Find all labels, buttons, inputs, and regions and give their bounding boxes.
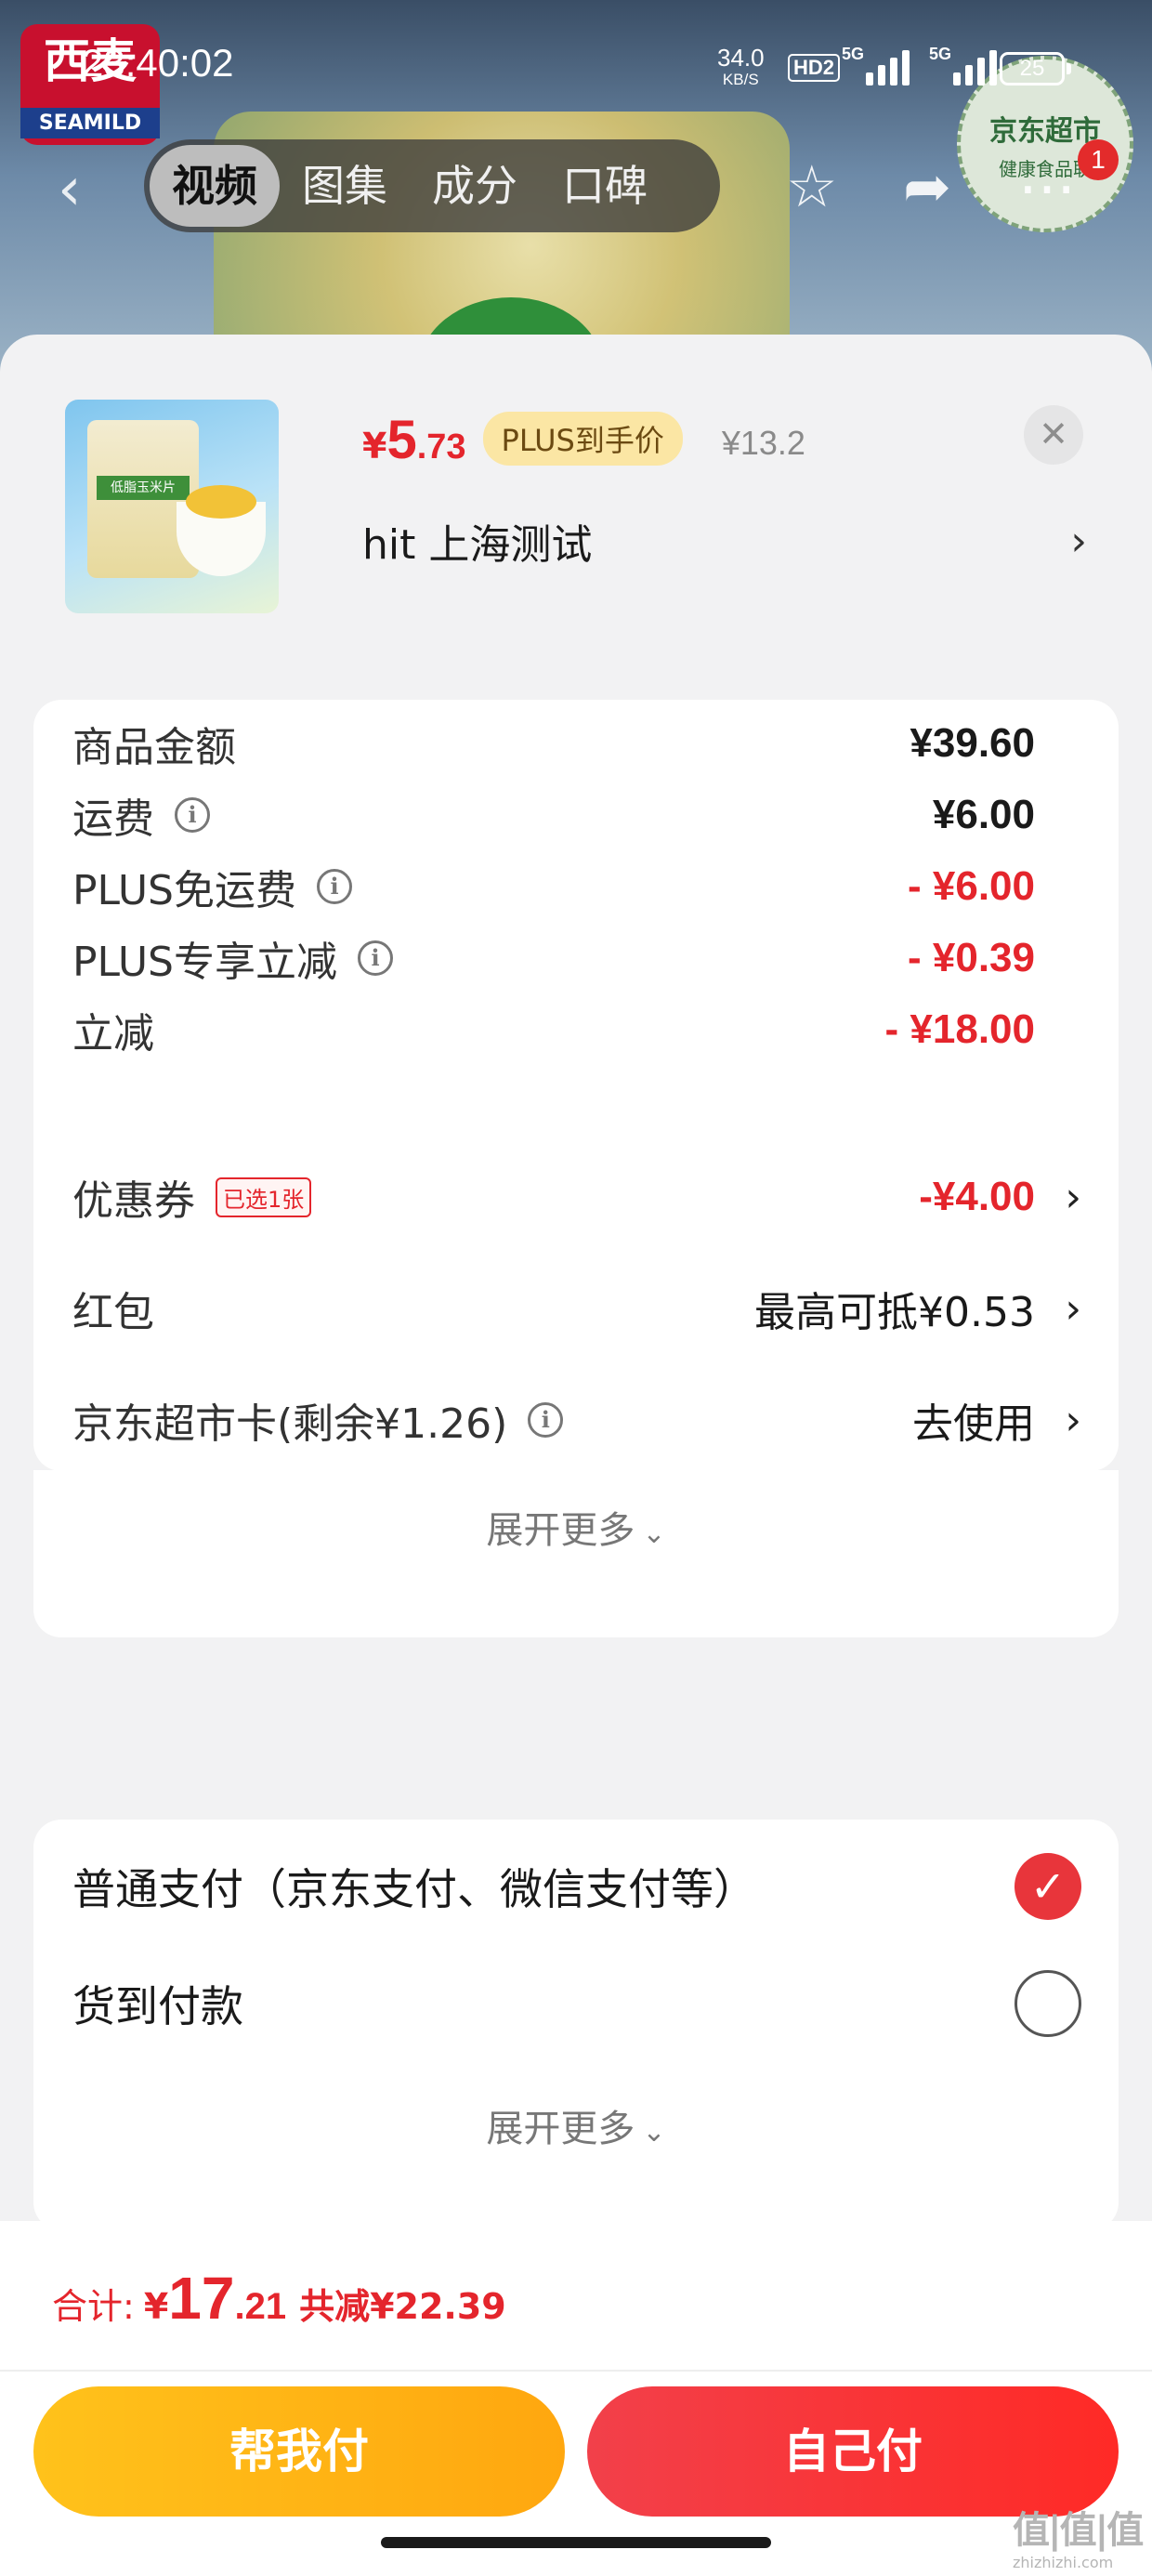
status-time: 23:40:02 [82,41,234,85]
fee-row-supermarket-card[interactable]: 京东超市卡(剩余¥1.26) i 去使用 › [72,1387,1081,1452]
fee-value: 最高可抵¥0.53 [754,1289,1035,1336]
signal-label: 5G [842,45,865,63]
chevron-right-icon: › [1065,1396,1081,1444]
watermark: 值|值|值 zhizhizhi.com [1013,2500,1144,2571]
expand-more-fees[interactable]: 展开更多 ⌄ [33,1500,1119,1554]
coupon-selected-tag: 已选1张 [216,1176,312,1217]
star-icon[interactable]: ☆ [786,152,838,220]
fee-label: 优惠券 [72,1177,195,1225]
payment-option-cod[interactable]: 货到付款 [72,1966,1081,2041]
help-me-pay-button[interactable]: 帮我付 [33,2386,565,2517]
more-icon[interactable]: … [1018,139,1076,207]
total-integer: 17 [168,2265,235,2332]
expand-label: 展开更多 [486,2108,635,2150]
price-integer: 5 [386,410,417,470]
plus-price-tag: PLUS到手价 [482,412,683,466]
price-row: ¥ 5 .73 PLUS到手价 ¥13.2 [362,409,805,474]
payment-option-normal[interactable]: 普通支付（京东支付、微信支付等） ✓ [72,1849,1081,1924]
home-indicator[interactable] [381,2537,771,2548]
radio-checked-icon[interactable]: ✓ [1015,1853,1081,1920]
fee-value: ¥6.00 [932,792,1035,837]
fee-label: 运费 [72,795,154,843]
fee-row-shipping: 运费 i ¥6.00 [72,782,1081,848]
chevron-right-icon: › [1065,1284,1081,1333]
chevron-right-icon: › [1070,517,1087,565]
checkout-footer: 合计: ¥ 17 .21 共减¥22.39 帮我付 自己付 值|值|值 zhiz… [0,2221,1152,2576]
chevron-right-icon: › [1065,1173,1081,1221]
fee-value: -¥4.00 [919,1174,1035,1219]
fee-row-plus-discount: PLUS专享立减 i - ¥0.39 [72,926,1081,991]
watermark-text: 值|值|值 [1013,2509,1144,2552]
payment-option-label: 普通支付（京东支付、微信支付等） [72,1864,756,1914]
close-button[interactable]: ✕ [1024,405,1083,465]
fee-label: 京东超市卡(剩余¥1.26) [72,1400,508,1448]
fee-label: 立减 [72,1010,154,1058]
price-currency: ¥ [362,426,387,467]
product-summary: 低脂玉米片 ¥ 5 .73 PLUS到手价 ¥13.2 ✕ hit 上海测试 › [65,400,1124,623]
fee-expand-area: 展开更多 ⌄ [33,1470,1119,1637]
net-speed-unit: KB/S [722,71,759,88]
close-icon: ✕ [1039,414,1068,454]
info-icon[interactable]: i [528,1402,564,1438]
tab-video[interactable]: 视频 [150,145,280,227]
pay-myself-button[interactable]: 自己付 [587,2386,1119,2517]
fee-label: PLUS免运费 [72,867,296,914]
payment-method-card: 普通支付（京东支付、微信支付等） ✓ 货到付款 展开更多 ⌄ [33,1820,1119,2230]
media-tabs: 视频 图集 成分 口碑 [144,139,720,232]
product-navbar: ‹ 视频 图集 成分 口碑 ☆ ➦ … 1 [0,139,1152,242]
fee-row-subtotal: 商品金额 ¥39.60 [72,711,1081,776]
fee-row-red-packet[interactable]: 红包 最高可抵¥0.53 › [72,1276,1081,1341]
original-price: ¥13.2 [721,424,805,462]
net-speed-value: 34.0 [717,44,765,72]
expand-more-payment[interactable]: 展开更多 ⌄ [33,2098,1119,2152]
fee-value: 去使用 [912,1400,1035,1448]
fee-label: 红包 [72,1289,154,1336]
signal-label-2: 5G [929,45,952,63]
payment-option-label: 货到付款 [72,1981,243,2031]
tab-reviews[interactable]: 口碑 [540,145,670,227]
hd-indicator: HD2 [788,54,841,82]
fee-value: - ¥0.39 [908,935,1035,980]
expand-label: 展开更多 [486,1509,635,1552]
share-icon[interactable]: ➦ [903,152,951,220]
total-summary: 合计: ¥ 17 .21 共减¥22.39 [52,2264,506,2338]
fee-label: 商品金额 [72,724,236,771]
total-saved: 共减¥22.39 [299,2286,506,2327]
tab-gallery[interactable]: 图集 [280,145,410,227]
fee-value: - ¥18.00 [884,1006,1035,1052]
product-thumbnail: 低脂玉米片 [65,400,279,613]
status-bar: 23:40:02 34.0 KB/S HD2 5G 5G 25 [0,0,1152,139]
signal-icon: 5G [842,45,910,85]
address-selector[interactable]: hit 上海测试 › [362,513,1087,570]
total-decimal: .21 [234,2286,287,2327]
thumbnail-pack-label: 低脂玉米片 [97,476,190,500]
total-label: 合计: [52,2286,135,2327]
radio-unchecked-icon[interactable] [1015,1970,1081,2037]
fee-row-instant-discount: 立减 - ¥18.00 [72,997,1081,1062]
fee-value: - ¥6.00 [908,863,1035,909]
address-text: hit 上海测试 [362,521,593,569]
back-icon[interactable]: ‹ [58,160,82,219]
info-icon[interactable]: i [175,797,210,833]
net-speed: 34.0 KB/S [717,46,765,91]
info-icon[interactable]: i [317,869,352,904]
fee-row-plus-free-shipping: PLUS免运费 i - ¥6.00 [72,854,1081,919]
fee-breakdown-card-lower: 优惠券 已选1张 -¥4.00 › 红包 最高可抵¥0.53 › 京东超市卡(剩余… [33,1164,1119,1471]
fee-breakdown-card: 商品金额 ¥39.60 运费 i ¥6.00 PLUS免运费 i - ¥6.00 P… [33,700,1119,1192]
battery-icon: 25 [1000,52,1071,85]
price-decimal: .73 [416,427,466,467]
signal-icon-2: 5G [929,45,997,85]
total-currency: ¥ [143,2286,169,2327]
fee-label: PLUS专享立减 [72,939,337,986]
chevron-down-icon: ⌄ [642,2116,666,2149]
footer-divider [0,2370,1152,2372]
info-icon[interactable]: i [358,940,393,976]
fee-value: ¥39.60 [910,720,1035,766]
watermark-url: zhizhizhi.com [1013,2554,1114,2571]
fee-row-coupon[interactable]: 优惠券 已选1张 -¥4.00 › [72,1164,1081,1229]
notification-badge: 1 [1078,139,1119,180]
chevron-down-icon: ⌄ [642,1518,666,1550]
tab-ingredients[interactable]: 成分 [410,145,540,227]
